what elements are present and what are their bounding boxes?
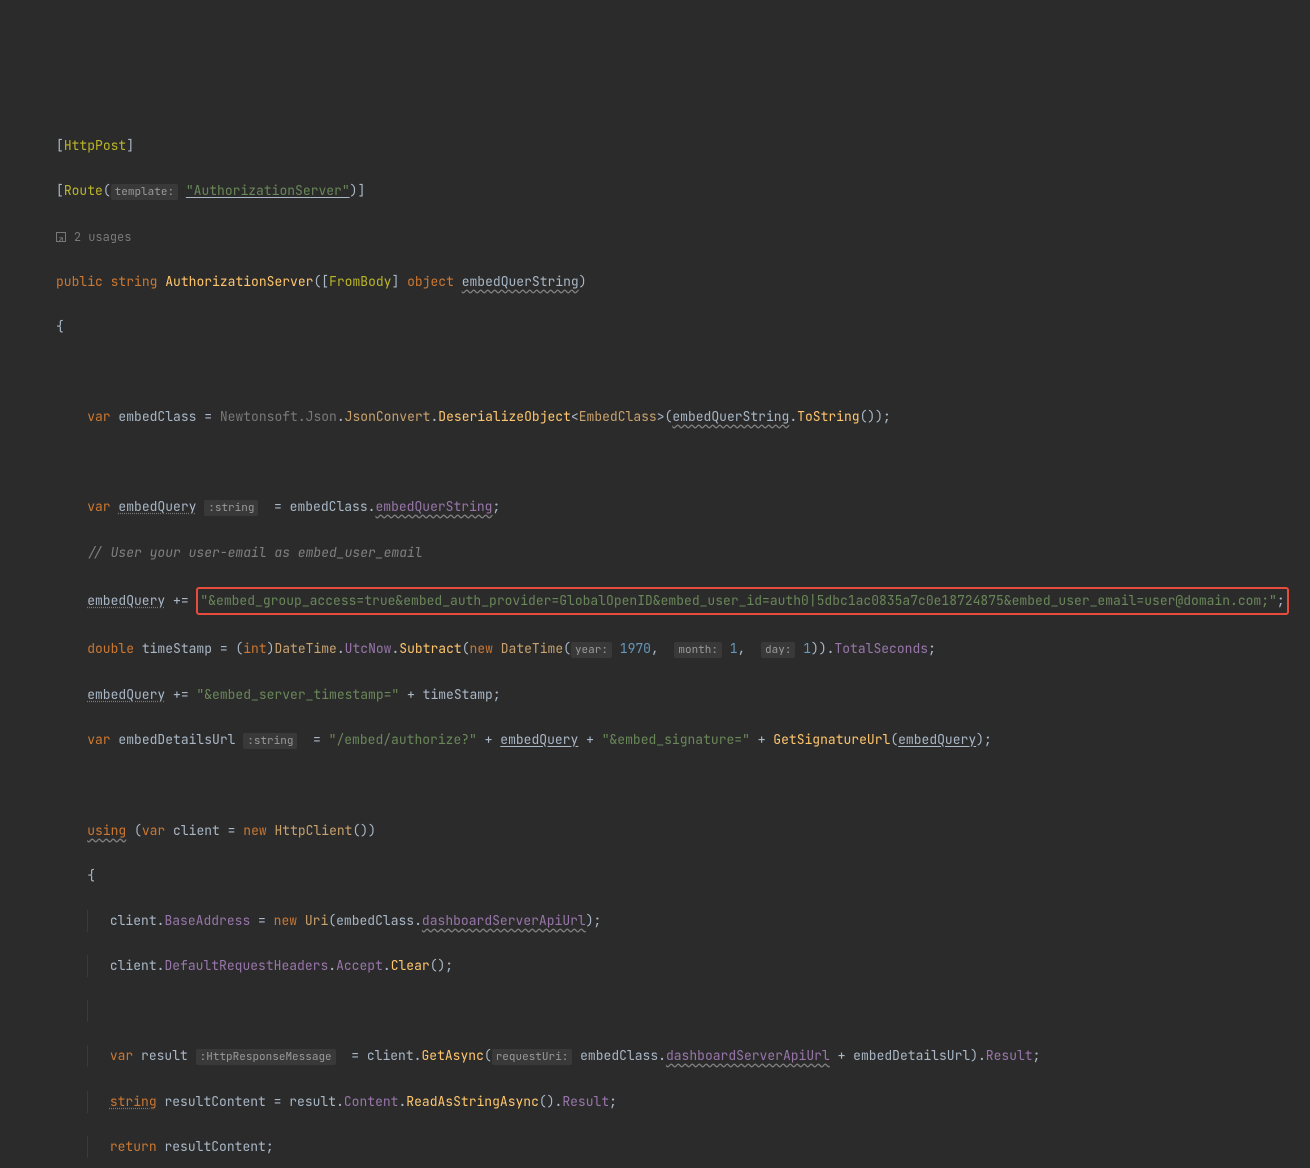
line: double timeStamp = (int)DateTime.UtcNow.… bbox=[56, 638, 1310, 662]
hint-template: template: bbox=[111, 184, 178, 200]
line: return resultContent; bbox=[56, 1136, 1310, 1159]
line: client.BaseAddress = new Uri(embedClass.… bbox=[56, 910, 1310, 933]
param: embedQuerString bbox=[462, 273, 579, 290]
usages-icon bbox=[56, 232, 66, 242]
line: [Route(template: "AuthorizationServer")] bbox=[56, 180, 1310, 204]
method-name: AuthorizationServer bbox=[165, 273, 313, 290]
attr-route: Route bbox=[64, 182, 103, 199]
line: var embedClass = Newtonsoft.Json.JsonCon… bbox=[56, 406, 1310, 429]
line: var embedQuery :string = embedClass.embe… bbox=[56, 496, 1310, 520]
usages-text: 2 usages bbox=[74, 229, 132, 245]
line: { bbox=[56, 316, 1310, 339]
highlighted-string: "&embed_group_access=true&embed_auth_pro… bbox=[196, 587, 1288, 616]
attr-httppost: HttpPost bbox=[64, 137, 126, 154]
line: var embedDetailsUrl :string = "/embed/au… bbox=[56, 729, 1310, 753]
line-usages[interactable]: 2 usages bbox=[56, 226, 1310, 249]
line: client.DefaultRequestHeaders.Accept.Clea… bbox=[56, 955, 1310, 978]
line: [HttpPost] bbox=[56, 135, 1310, 158]
str-route: "AuthorizationServer" bbox=[186, 182, 350, 199]
line: // User your user-email as embed_user_em… bbox=[56, 542, 1310, 565]
line: var result :HttpResponseMessage = client… bbox=[56, 1045, 1310, 1069]
line: using (var client = new HttpClient()) bbox=[56, 820, 1310, 843]
comment: // User your user-email as embed_user_em… bbox=[87, 544, 422, 561]
line: string resultContent = result.Content.Re… bbox=[56, 1091, 1310, 1114]
line: public string AuthorizationServer([FromB… bbox=[56, 271, 1310, 294]
line bbox=[56, 1000, 1310, 1023]
line-highlighted: embedQuery += "&embed_group_access=true&… bbox=[56, 587, 1310, 616]
line: embedQuery += "&embed_server_timestamp="… bbox=[56, 684, 1310, 707]
line: { bbox=[56, 865, 1310, 888]
code-block: [HttpPost] [Route(template: "Authorizati… bbox=[56, 112, 1310, 1168]
